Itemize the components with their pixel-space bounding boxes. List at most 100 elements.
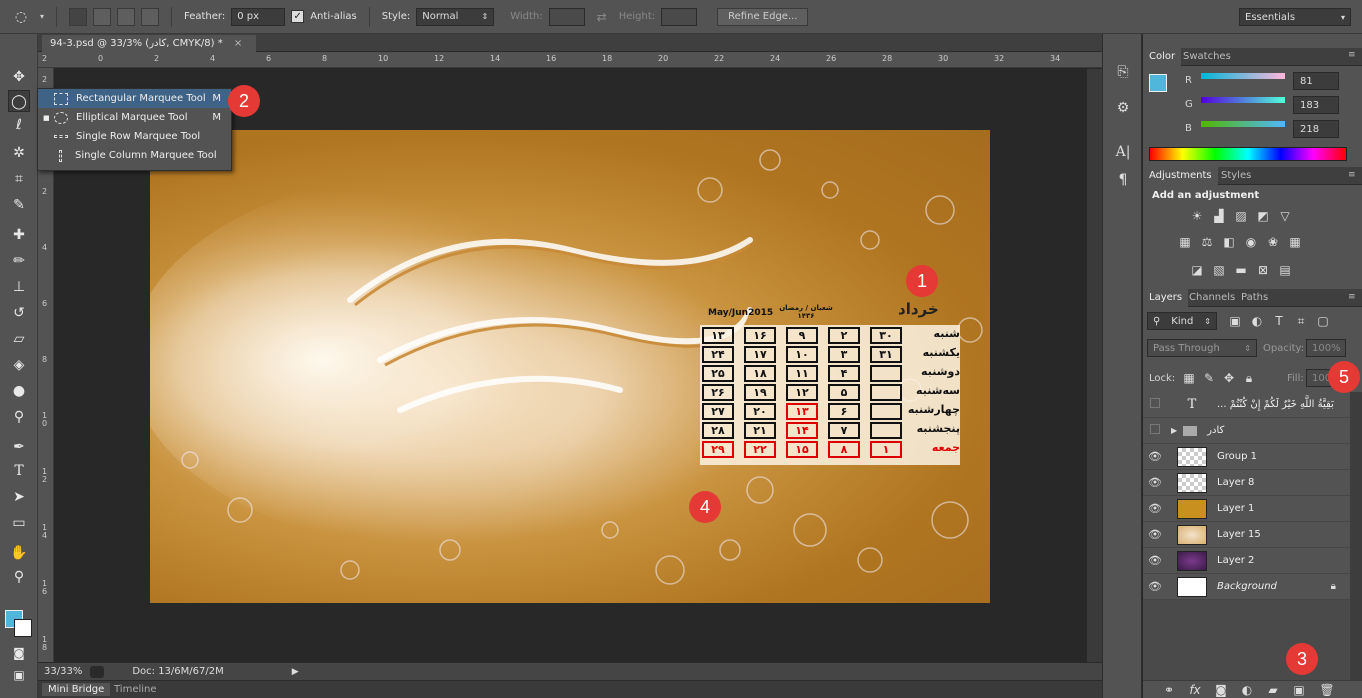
visibility-off-icon[interactable] [1143,424,1167,437]
history-panel-icon[interactable]: ⎘ [1113,62,1133,82]
g-slider[interactable] [1201,97,1285,103]
layers-scrollbar[interactable] [1350,392,1362,692]
filter-type-icon[interactable]: T [1271,314,1287,328]
visibility-eye-icon[interactable]: 👁︎ [1143,554,1167,567]
flyout-item-single-row-marquee[interactable]: Single Row Marquee Tool [38,127,231,146]
lock-transparent-icon[interactable]: ▦ [1181,371,1197,385]
shape-tool-icon[interactable]: ▭ [8,512,30,534]
clone-stamp-tool-icon[interactable]: ⊥ [8,276,30,298]
layer-row[interactable]: 👁︎ Layer 2 [1143,548,1350,574]
magic-wand-tool-icon[interactable]: ✲ [8,142,30,164]
layer-row[interactable]: 👁︎ Layer 1 [1143,496,1350,522]
status-menu-arrow-icon[interactable]: ▶ [292,667,299,677]
flyout-item-elliptical-marquee[interactable]: ■ Elliptical Marquee Tool M [38,108,231,127]
pen-tool-icon[interactable]: ✒ [8,436,30,458]
layer-row[interactable]: 👁︎ Layer 15 [1143,522,1350,548]
new-layer-icon[interactable]: ▣ [1291,683,1307,697]
subtract-selection-button[interactable] [117,7,136,26]
color-spectrum-bar[interactable] [1149,147,1347,161]
lock-all-icon[interactable]: 🔒︎ [1241,371,1257,385]
tab-adjustments[interactable]: Adjustments [1143,167,1218,185]
filter-pixel-icon[interactable]: ▣ [1227,314,1243,328]
preset-dropdown-icon[interactable]: ▾ [40,12,44,21]
threshold-icon[interactable]: ▬ [1233,263,1249,277]
tab-paths[interactable]: Paths [1235,289,1274,307]
flyout-item-single-column-marquee[interactable]: Single Column Marquee Tool [38,146,231,165]
elliptical-marquee-tool-icon[interactable]: ◯ [8,90,30,112]
brush-tool-icon[interactable]: ✏ [8,250,30,272]
layer-style-fx-icon[interactable]: fx [1187,683,1203,697]
flyout-item-rectangular-marquee[interactable]: Rectangular Marquee Tool M [38,89,231,108]
color-lookup-icon[interactable]: ▦ [1287,235,1303,249]
adjustments-panel-menu-icon[interactable]: ≡ [1348,170,1356,180]
invert-icon[interactable]: ◪ [1189,263,1205,277]
tab-swatches[interactable]: Swatches [1177,48,1237,66]
delete-layer-icon[interactable]: 🗑︎ [1319,683,1335,697]
character-panel-icon[interactable]: A| [1113,142,1133,162]
visibility-eye-icon[interactable]: 👁︎ [1143,476,1167,489]
posterize-icon[interactable]: ▧ [1211,263,1227,277]
lasso-tool-icon[interactable]: ℓ [8,114,30,136]
filter-adjustment-icon[interactable]: ◐ [1249,314,1265,328]
link-layers-icon[interactable]: ⚭ [1161,683,1177,697]
healing-brush-tool-icon[interactable]: ✚ [8,224,30,246]
r-slider[interactable] [1201,73,1285,79]
color-panel-menu-icon[interactable]: ≡ [1348,50,1356,60]
quick-mask-icon[interactable]: ◙ [8,642,30,664]
zoom-tool-icon[interactable]: ⚲ [8,566,30,588]
visibility-eye-icon[interactable]: 👁︎ [1143,580,1167,593]
b-slider[interactable] [1201,121,1285,127]
workspace-select[interactable]: Essentials ▾ [1239,8,1351,26]
screen-mode-icon[interactable]: ▣ [8,664,30,686]
color-fg-swatch[interactable] [1149,74,1167,92]
feather-input[interactable]: 0 px [231,7,286,26]
channel-mixer-icon[interactable]: ❀ [1265,235,1281,249]
brightness-contrast-icon[interactable]: ☀ [1189,209,1205,223]
tab-layers[interactable]: Layers [1143,289,1189,307]
lock-pixels-icon[interactable]: ✎ [1201,371,1217,385]
color-balance-icon[interactable]: ⚖ [1199,235,1215,249]
layer-row[interactable]: 👁︎ Group 1 [1143,444,1350,470]
gradient-map-icon[interactable]: ▤ [1277,263,1293,277]
vibrance-icon[interactable]: ▽ [1277,209,1293,223]
path-selection-tool-icon[interactable]: ➤ [8,486,30,508]
visibility-eye-icon[interactable]: 👁︎ [1143,502,1167,515]
history-brush-tool-icon[interactable]: ↺ [8,302,30,324]
zoom-level[interactable]: 33/33% [44,666,82,677]
filter-smart-icon[interactable]: ▢ [1315,314,1331,328]
black-white-icon[interactable]: ◧ [1221,235,1237,249]
document-tab[interactable]: 94-3.psd @ 33/3% (کادر, CMYK/8) * × [42,35,256,52]
refine-edge-button[interactable]: Refine Edge... [717,7,809,26]
eyedropper-tool-icon[interactable]: ✎ [8,194,30,216]
crop-tool-icon[interactable]: ⌗ [8,168,30,190]
lock-position-icon[interactable]: ✥ [1221,371,1237,385]
blur-tool-icon[interactable]: ● [8,380,30,402]
width-input[interactable] [548,7,585,26]
photo-filter-icon[interactable]: ◉ [1243,235,1259,249]
layers-panel-menu-icon[interactable]: ≡ [1348,292,1356,302]
r-value-input[interactable]: 81 [1293,72,1339,90]
tab-timeline[interactable]: Timeline [114,684,157,695]
visibility-eye-icon[interactable]: 👁︎ [1143,450,1167,463]
tab-styles[interactable]: Styles [1215,167,1257,185]
add-mask-icon[interactable]: ◙ [1213,683,1229,697]
close-tab-icon[interactable]: × [234,38,242,49]
filter-shape-icon[interactable]: ⌗ [1293,314,1309,328]
g-value-input[interactable]: 183 [1293,96,1339,114]
new-selection-button[interactable] [69,7,88,26]
layer-row[interactable]: ▶ کادر [1143,418,1350,444]
paint-bucket-tool-icon[interactable]: ◈ [8,354,30,376]
layer-filter-select[interactable]: ⚲ Kind ⇕ [1147,312,1217,330]
height-input[interactable] [661,7,698,26]
eraser-tool-icon[interactable]: ▱ [8,328,30,350]
intersect-selection-button[interactable] [141,7,160,26]
new-group-icon[interactable]: ▰ [1265,683,1281,697]
tab-channels[interactable]: Channels [1183,289,1241,307]
exposure-icon[interactable]: ◩ [1255,209,1271,223]
proof-icon[interactable] [90,665,105,678]
style-select[interactable]: Normal ⇕ [416,7,495,26]
antialias-checkbox[interactable]: ✓ [291,10,305,23]
visibility-off-icon[interactable] [1143,398,1167,411]
hue-saturation-icon[interactable]: ▦ [1177,235,1193,249]
tab-color[interactable]: Color [1143,48,1182,66]
